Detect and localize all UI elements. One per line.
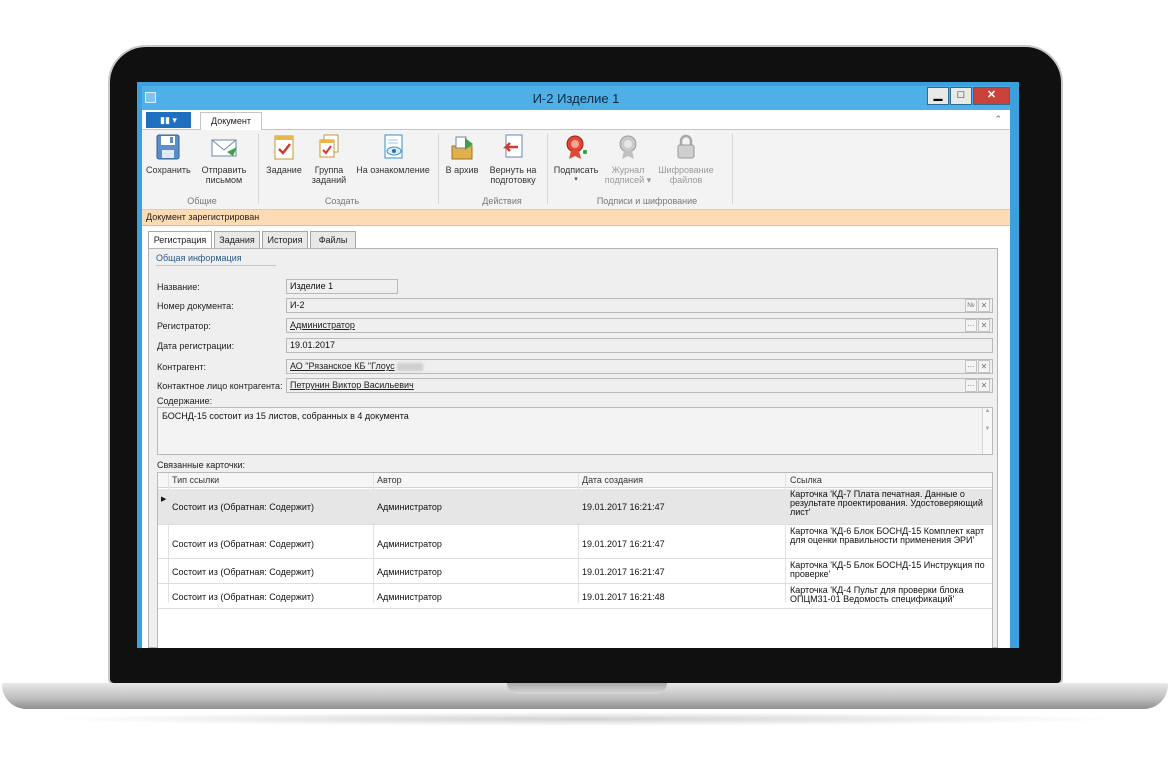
registration-date-label: Дата регистрации:	[157, 341, 235, 351]
ribbon-tab-row: ▮▮ ▾ Документ ⌃	[142, 110, 1010, 131]
contact-person-field[interactable]: Петрунин Виктор Васильевич	[286, 378, 993, 393]
task-group-icon	[314, 132, 344, 162]
return-to-preparation-button[interactable]: Вернуть на подготовку	[484, 132, 542, 185]
laptop-screen: И-2 Изделие 1 ▁ □ ✕ ▮▮ ▾ Документ ⌃ Сохр…	[137, 82, 1019, 648]
collapse-ribbon-icon[interactable]: ⌃	[994, 114, 1002, 125]
column-header-link-type[interactable]: Тип ссылки	[172, 475, 219, 485]
browse-icon[interactable]: ···	[965, 379, 977, 392]
name-label: Название:	[157, 282, 200, 292]
registration-panel: Общая информация Название: Изделие 1 Ном…	[148, 248, 998, 648]
archive-icon	[447, 132, 477, 162]
task-button[interactable]: Задание	[264, 132, 304, 175]
maximize-button[interactable]: □	[950, 87, 972, 105]
document-eye-icon	[378, 132, 408, 162]
signature-journal-icon	[613, 132, 643, 162]
archive-button[interactable]: В архив	[442, 132, 482, 175]
laptop-mockup: И-2 Изделие 1 ▁ □ ✕ ▮▮ ▾ Документ ⌃ Сохр…	[0, 0, 1171, 780]
group-divider	[547, 134, 548, 204]
return-document-icon	[498, 132, 528, 162]
file-menu-button[interactable]: ▮▮ ▾	[146, 112, 191, 128]
registrar-field[interactable]: Администратор	[286, 318, 993, 333]
browse-icon[interactable]: ···	[965, 360, 977, 373]
lock-icon	[671, 132, 701, 162]
current-row-indicator-icon: ▶	[161, 496, 167, 503]
number-generate-button[interactable]: №	[965, 299, 977, 312]
tab-registration[interactable]: Регистрация	[148, 231, 212, 249]
laptop-notch	[507, 683, 667, 694]
blurred-text	[396, 362, 423, 371]
signature-journal-button[interactable]: Журнал подписей ▾	[604, 132, 652, 185]
content-textarea[interactable]: БОСНД-15 состоит из 15 листов, собранных…	[157, 407, 993, 455]
table-row[interactable]: Состоит из (Обратная: Содержит) Админист…	[158, 560, 992, 584]
group-create: Создать	[324, 196, 360, 206]
clear-icon[interactable]: ✕	[978, 299, 990, 312]
floppy-disk-icon	[153, 132, 183, 162]
section-divider	[156, 265, 276, 266]
ribbon: Сохранить Отправить письмом Общие Задани…	[142, 130, 1010, 210]
envelope-icon	[209, 132, 239, 162]
column-header-created[interactable]: Дата создания	[582, 475, 643, 485]
contact-person-label: Контактное лицо контрагента:	[157, 381, 283, 391]
tab-files[interactable]: Файлы	[310, 231, 356, 248]
group-divider	[258, 134, 259, 204]
group-signatures: Подписи и шифрование	[596, 196, 698, 206]
content-label: Содержание:	[157, 396, 213, 406]
task-check-icon	[269, 132, 299, 162]
signature-seal-icon	[561, 132, 591, 162]
group-actions: Действия	[482, 196, 522, 206]
save-button[interactable]: Сохранить	[146, 132, 191, 175]
group-divider	[438, 134, 439, 204]
clear-icon[interactable]: ✕	[978, 319, 990, 332]
send-for-review-button[interactable]: На ознакомление	[354, 132, 432, 175]
tab-history[interactable]: История	[262, 231, 308, 248]
table-row[interactable]: ▶ Состоит из (Обратная: Содержит) Админи…	[158, 489, 992, 525]
title-bar: И-2 Изделие 1 ▁ □ ✕	[142, 86, 1010, 110]
encrypt-files-button[interactable]: Шифрование файлов	[656, 132, 716, 185]
status-bar: Документ зарегистрирован	[142, 210, 1010, 226]
registrar-label: Регистратор:	[157, 321, 211, 331]
window-title: И-2 Изделие 1	[532, 91, 620, 106]
sign-dropdown-icon[interactable]: ▾	[552, 175, 600, 185]
send-by-email-button[interactable]: Отправить письмом	[196, 132, 252, 185]
table-row[interactable]: Состоит из (Обратная: Содержит) Админист…	[158, 585, 992, 609]
sign-button[interactable]: Подписать ▾	[552, 132, 600, 185]
minimize-button[interactable]: ▁	[927, 87, 949, 105]
linked-cards-label: Связанные карточки:	[157, 460, 246, 470]
laptop-shadow	[40, 712, 1130, 726]
clear-icon[interactable]: ✕	[978, 360, 990, 373]
app-window: И-2 Изделие 1 ▁ □ ✕ ▮▮ ▾ Документ ⌃ Сохр…	[142, 86, 1010, 648]
section-title: Общая информация	[156, 253, 242, 263]
registration-date-field[interactable]: 19.01.2017	[286, 338, 993, 353]
group-general: Общие	[187, 196, 217, 206]
document-number-label: Номер документа:	[157, 301, 234, 311]
linked-cards-grid: Тип ссылки Автор Дата создания Ссылка ▶ …	[157, 472, 993, 648]
column-header-link[interactable]: Ссылка	[790, 475, 822, 485]
close-button[interactable]: ✕	[973, 87, 1010, 105]
table-row[interactable]: Состоит из (Обратная: Содержит) Админист…	[158, 526, 992, 559]
column-header-author[interactable]: Автор	[377, 475, 402, 485]
tab-document[interactable]: Документ	[200, 112, 262, 131]
task-group-button[interactable]: Группа заданий	[308, 132, 350, 185]
contractor-label: Контрагент:	[157, 362, 207, 372]
tab-tasks[interactable]: Задания	[214, 231, 260, 248]
grid-header: Тип ссылки Автор Дата создания Ссылка	[158, 473, 992, 488]
name-field[interactable]: Изделие 1	[286, 279, 398, 294]
document-number-field[interactable]: И-2	[286, 298, 993, 313]
clear-icon[interactable]: ✕	[978, 379, 990, 392]
contractor-field[interactable]: АО "Рязанское КБ "Глоус	[286, 359, 993, 374]
browse-icon[interactable]: ···	[965, 319, 977, 332]
group-divider	[732, 134, 733, 204]
content-scrollbar[interactable]: ▲ ▼	[982, 408, 992, 454]
